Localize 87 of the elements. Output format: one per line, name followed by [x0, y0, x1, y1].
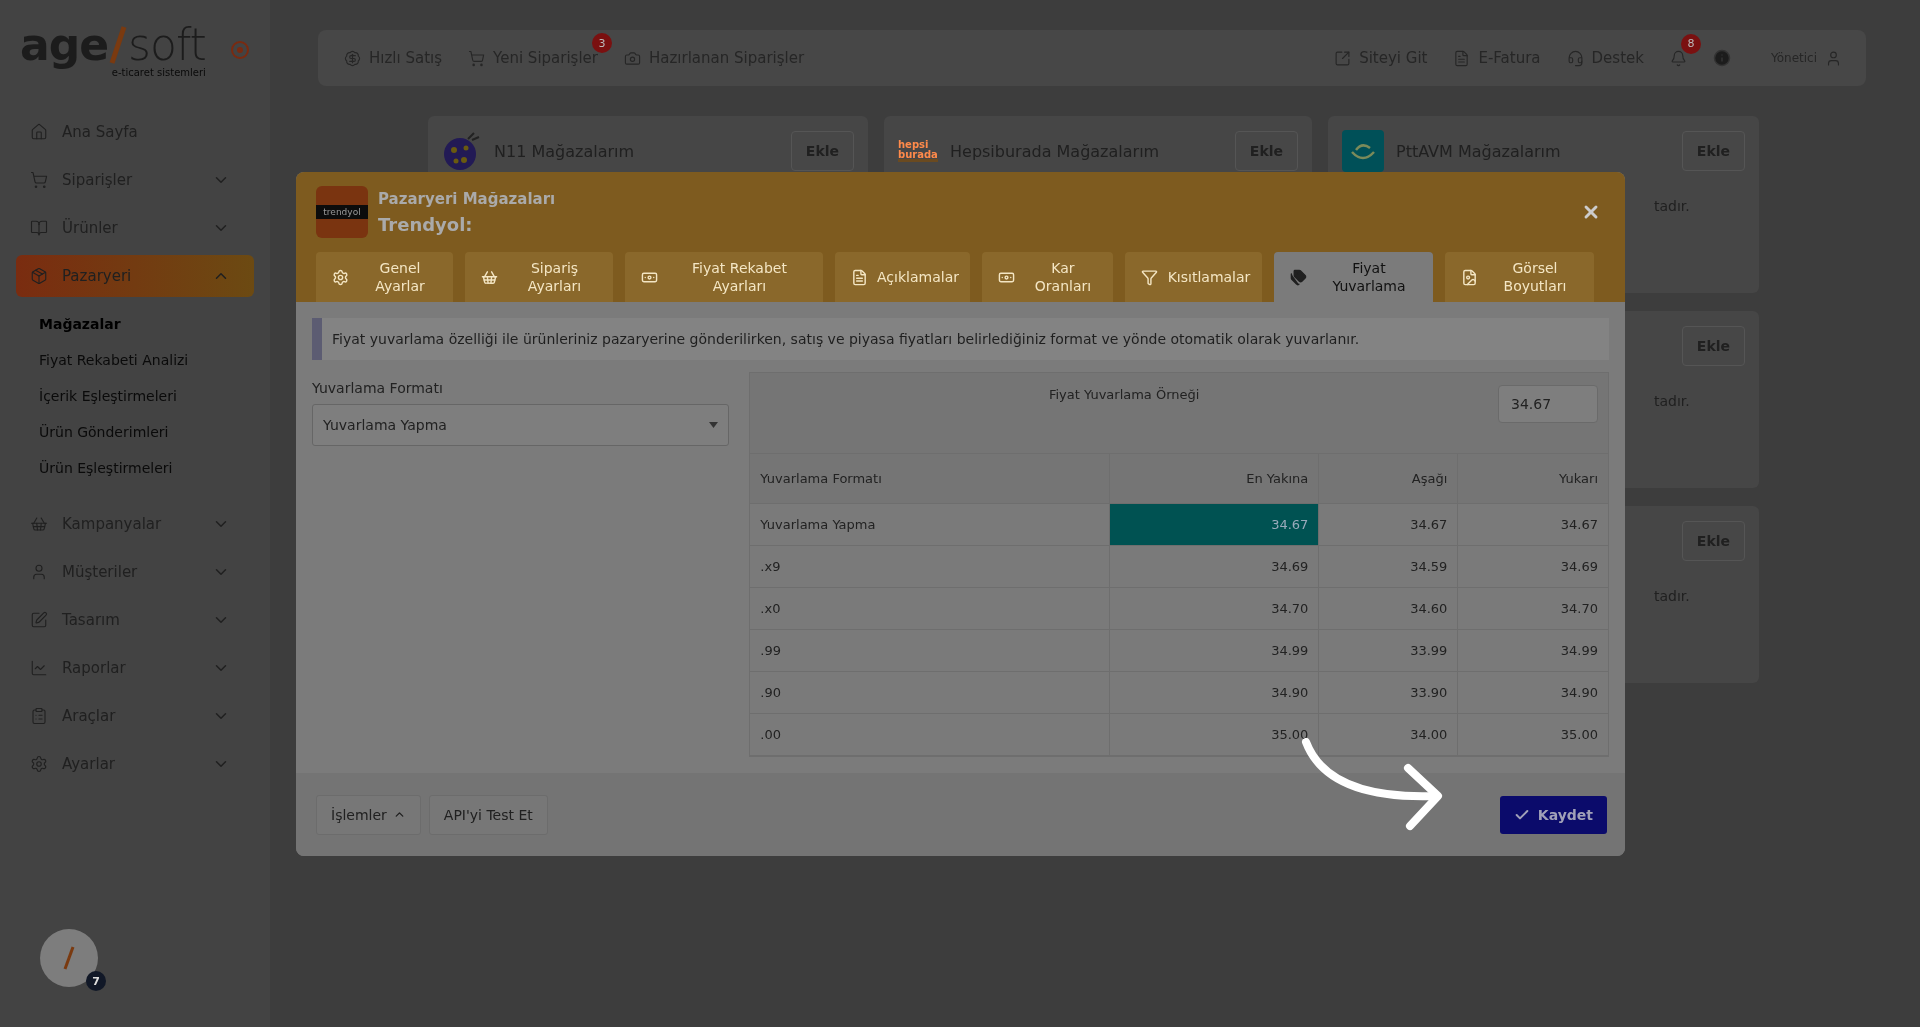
table-cell-text: .99	[759, 642, 783, 660]
format-select[interactable]: Yuvarlama Yapma	[312, 404, 730, 446]
book-icon	[30, 219, 48, 237]
price-input[interactable]: 34.67	[1498, 385, 1598, 423]
table-cell-text: .x9	[759, 558, 782, 576]
table-cell: 34.69	[1457, 546, 1608, 587]
store-logo: hepsi burada	[898, 140, 938, 162]
count-badge: 3	[592, 33, 612, 53]
table-cell: 34.70	[1457, 588, 1608, 629]
test-api-button[interactable]: API'yi Test Et	[428, 794, 548, 835]
target-icon[interactable]	[230, 40, 250, 60]
slash-icon	[63, 945, 75, 971]
table-cell-text: .x0	[759, 600, 782, 618]
table-cell: 34.67	[1109, 504, 1319, 545]
table-cell: 34.67	[1318, 504, 1458, 545]
table-cell: 34.99	[1457, 630, 1608, 671]
table-cell: 34.99	[1109, 630, 1319, 671]
tab[interactable]: Kar Oranları	[982, 252, 1113, 302]
submenu-item[interactable]: Fiyat Rekabeti Analizi	[39, 342, 254, 378]
settings-icon	[332, 268, 349, 286]
tab[interactable]: Fiyat Rekabet Ayarları	[625, 252, 823, 302]
bell-icon[interactable]	[1669, 49, 1687, 67]
image-file-icon	[1461, 268, 1478, 286]
column-header: Yuvarlama Formatı	[759, 470, 883, 488]
table-cell-text: .90	[759, 684, 783, 702]
house-icon	[30, 123, 48, 141]
table-cell: 35.00	[1109, 714, 1319, 755]
swirl-logo	[1342, 130, 1384, 172]
dollar-badge-icon	[344, 49, 361, 67]
table-cell: 34.90	[1457, 672, 1608, 713]
submenu-item[interactable]: İçerik Eşleştirmeleri	[39, 378, 254, 414]
user-icon[interactable]	[1825, 49, 1842, 67]
count-badge: 7	[86, 971, 106, 991]
table-cell: 34.70	[1109, 588, 1319, 629]
table-cell: 34.67	[1457, 504, 1608, 545]
count-badge: 8	[1680, 33, 1701, 54]
user-icon	[30, 563, 48, 581]
tab[interactable]: Görsel Boyutları	[1445, 252, 1594, 302]
info-icon[interactable]	[1712, 49, 1731, 67]
table-cell-text: Yuvarlama Yapma	[759, 516, 877, 534]
submenu-item[interactable]: Ürün Gönderimleri	[39, 414, 254, 450]
submenu-item[interactable]: Mağazalar	[39, 306, 254, 342]
table-cell: 34.59	[1318, 546, 1458, 587]
field-label: Yuvarlama Formatı	[312, 380, 444, 396]
camera-icon	[624, 49, 641, 67]
basket-icon	[30, 515, 48, 533]
info-message: Fiyat yuvarlama özelliği ile ürünleriniz pazaryerine gönderilirken, satış ve piyasa fiyatları belirlediğiniz format ve yönde otomatik olarak yuvarlanır.	[312, 318, 1609, 360]
sidebar-item[interactable]: Pazaryeri	[16, 255, 254, 297]
tab[interactable]: Genel Ayarlar	[316, 252, 453, 302]
basket-icon	[481, 268, 498, 286]
table-cell: 33.90	[1318, 672, 1458, 713]
box-icon	[30, 267, 48, 285]
settings-icon	[30, 755, 48, 773]
ladybug-logo	[442, 130, 482, 172]
table-cell: 34.60	[1318, 588, 1458, 629]
table-cell: 34.69	[1109, 546, 1319, 587]
table-cell: 34.90	[1109, 672, 1319, 713]
edit-icon	[30, 611, 48, 629]
table-title: Fiyat Yuvarlama Örneği	[1047, 386, 1201, 402]
cart-icon	[30, 171, 48, 189]
tab[interactable]: Fiyat Yuvarlama	[1274, 252, 1433, 302]
tab[interactable]: Açıklamalar	[835, 252, 970, 302]
modal-subtitle: Trendyol:	[378, 213, 474, 235]
save-button[interactable]: Kaydet	[1499, 795, 1607, 834]
chart-icon	[30, 659, 48, 677]
table-cell-text: .00	[759, 726, 783, 744]
caret-icon	[709, 422, 719, 428]
document-icon	[1453, 49, 1471, 67]
modal-title: Pazaryeri Mağazaları	[378, 189, 557, 208]
external-link-icon	[1334, 49, 1352, 67]
column-header: En Yakına	[1109, 454, 1319, 503]
column-header: Yukarı	[1457, 454, 1608, 503]
document-icon	[851, 268, 868, 286]
submenu-item[interactable]: Ürün Eşleştirmeleri	[39, 450, 254, 486]
cart-icon	[468, 49, 485, 67]
headset-icon	[1566, 49, 1584, 67]
tags-icon	[1290, 268, 1307, 286]
filter-icon	[1141, 268, 1158, 286]
table-cell: 34.00	[1318, 714, 1458, 755]
store-logo: trendyol	[316, 186, 368, 238]
column-header: Aşağı	[1318, 454, 1458, 503]
tab[interactable]: Sipariş Ayarları	[465, 252, 613, 302]
clipboard-icon	[30, 707, 48, 725]
tab[interactable]: Kısıtlamalar	[1125, 252, 1262, 302]
table-cell: 35.00	[1457, 714, 1608, 755]
actions-button[interactable]: İşlemler	[316, 794, 421, 835]
table-cell: 33.99	[1318, 630, 1458, 671]
